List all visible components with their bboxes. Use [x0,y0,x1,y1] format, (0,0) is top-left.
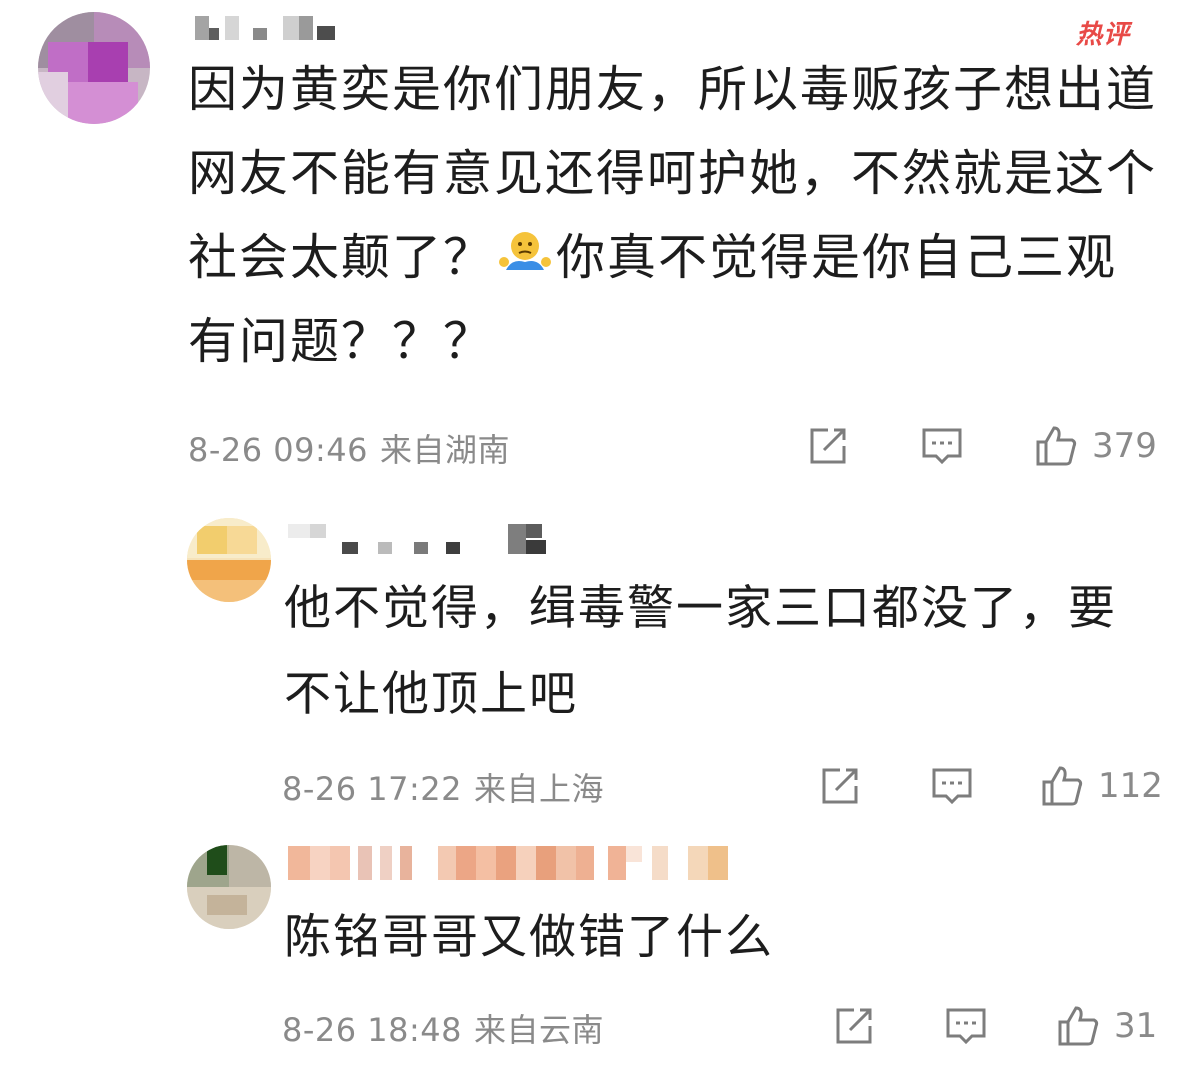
comment-date: 8-26 18:48 [282,1011,463,1049]
comment-meta: 8-26 17:22 来自上海 [282,764,616,810]
username[interactable] [195,16,355,40]
like-count: 112 [1098,766,1163,806]
like-count: 31 [1114,1006,1158,1046]
shrug-emoji-icon [498,222,552,276]
comment-location: 来自上海 [474,770,605,808]
like-icon[interactable] [1034,424,1078,468]
comment-date: 8-26 17:22 [282,770,463,808]
username[interactable] [288,524,558,554]
comment-location: 来自云南 [474,1011,605,1049]
avatar[interactable] [187,518,271,602]
comment-icon[interactable] [920,424,964,468]
share-icon[interactable] [832,1004,876,1048]
like-count: 379 [1092,426,1157,466]
share-icon[interactable] [806,424,850,468]
avatar[interactable] [187,845,271,929]
comment-text: 他不觉得，缉毒警一家三口都没了，要不让他顶上吧 [284,581,1117,722]
comment-actions: 112 [818,764,1163,808]
comment-icon[interactable] [930,764,974,808]
comment-meta: 8-26 09:46 来自湖南 [188,425,522,471]
comment-location: 来自湖南 [380,431,511,469]
share-icon[interactable] [818,764,862,808]
like-icon[interactable] [1040,764,1084,808]
comment-actions: 379 [806,424,1157,468]
comment-text: 陈铭哥哥又做错了什么 [284,910,774,965]
like-icon[interactable] [1056,1004,1100,1048]
comment-text: 因为黄奕是你们朋友，所以毒贩孩子想出道网友不能有意见还得呵护她，不然就是这个社会… [188,61,1158,370]
username[interactable] [288,846,748,880]
comment-actions: 31 [832,1004,1157,1048]
hot-comment-badge: 热评 [1076,20,1131,50]
comment-meta: 8-26 18:48 来自云南 [282,1005,616,1051]
comment-date: 8-26 09:46 [188,431,369,469]
avatar[interactable] [38,12,150,124]
comment-icon[interactable] [944,1004,988,1048]
